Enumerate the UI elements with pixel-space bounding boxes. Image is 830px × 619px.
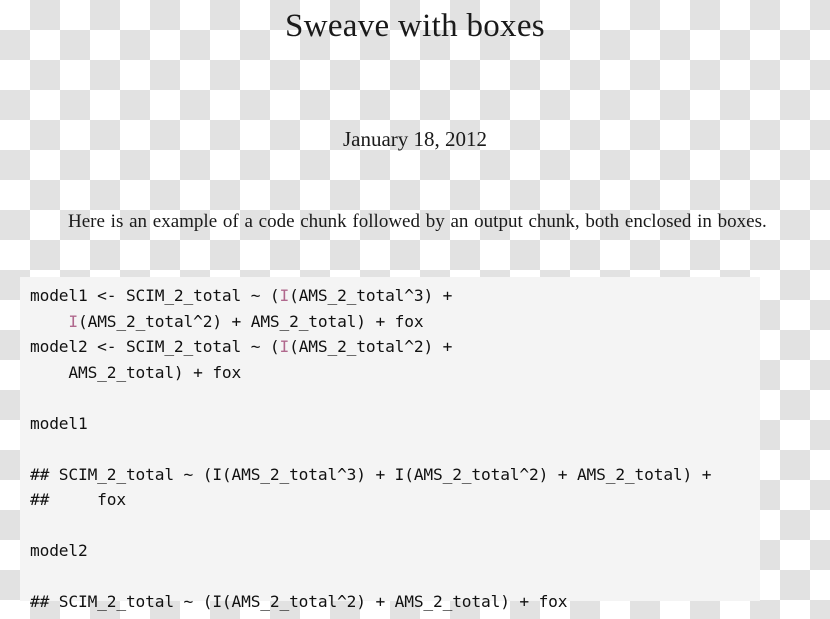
code-line: ## fox [30,487,711,513]
code-token: model1 [30,413,88,433]
code-output-panel: model1 <- SCIM_2_total ~ (I(AMS_2_total^… [20,277,760,611]
code-line: model2 [30,538,711,564]
code-token-highlighted: I [279,337,290,356]
code-token: AMS_2_total) + fox [30,362,242,382]
code-token: ## SCIM_2_total ~ (I(AMS_2_total^2) + AM… [30,592,568,611]
code-line: AMS_2_total) + fox [30,360,711,386]
code-line: I(AMS_2_total^2) + AMS_2_total) + fox [30,309,711,335]
code-token: model1 <- SCIM_2_total ~ ( [30,286,280,305]
document-page: Sweave with boxes January 18, 2012 Here … [0,0,830,619]
document-date: January 18, 2012 [342,127,488,152]
code-line: model1 [30,411,711,437]
code-token-highlighted: I [68,311,78,331]
code-token: ## fox [30,490,126,509]
code-line: ## SCIM_2_total ~ (I(AMS_2_total^3) + I(… [30,462,711,488]
code-line: model2 <- SCIM_2_total ~ (I(AMS_2_total^… [30,334,711,360]
code-line: ## SCIM_2_total ~ (I(AMS_2_total^2) + AM… [30,589,711,615]
code-token-highlighted: I [279,286,290,305]
page-title: Sweave with boxes [285,8,545,44]
code-lines: model1 <- SCIM_2_total ~ (I(AMS_2_total^… [30,277,711,615]
body-paragraph: Here is an example of a code chunk follo… [68,211,767,233]
code-line: model1 <- SCIM_2_total ~ (I(AMS_2_total^… [30,283,711,309]
code-token: (AMS_2_total^3) + [289,286,453,305]
code-token: (AMS_2_total^2) + [289,337,453,356]
code-token: model2 <- SCIM_2_total ~ ( [30,337,280,356]
code-token: model2 [30,541,88,560]
code-token: (AMS_2_total^2) + AMS_2_total) + fox [78,311,424,331]
code-token: ## SCIM_2_total ~ (I(AMS_2_total^3) + I(… [30,464,712,484]
